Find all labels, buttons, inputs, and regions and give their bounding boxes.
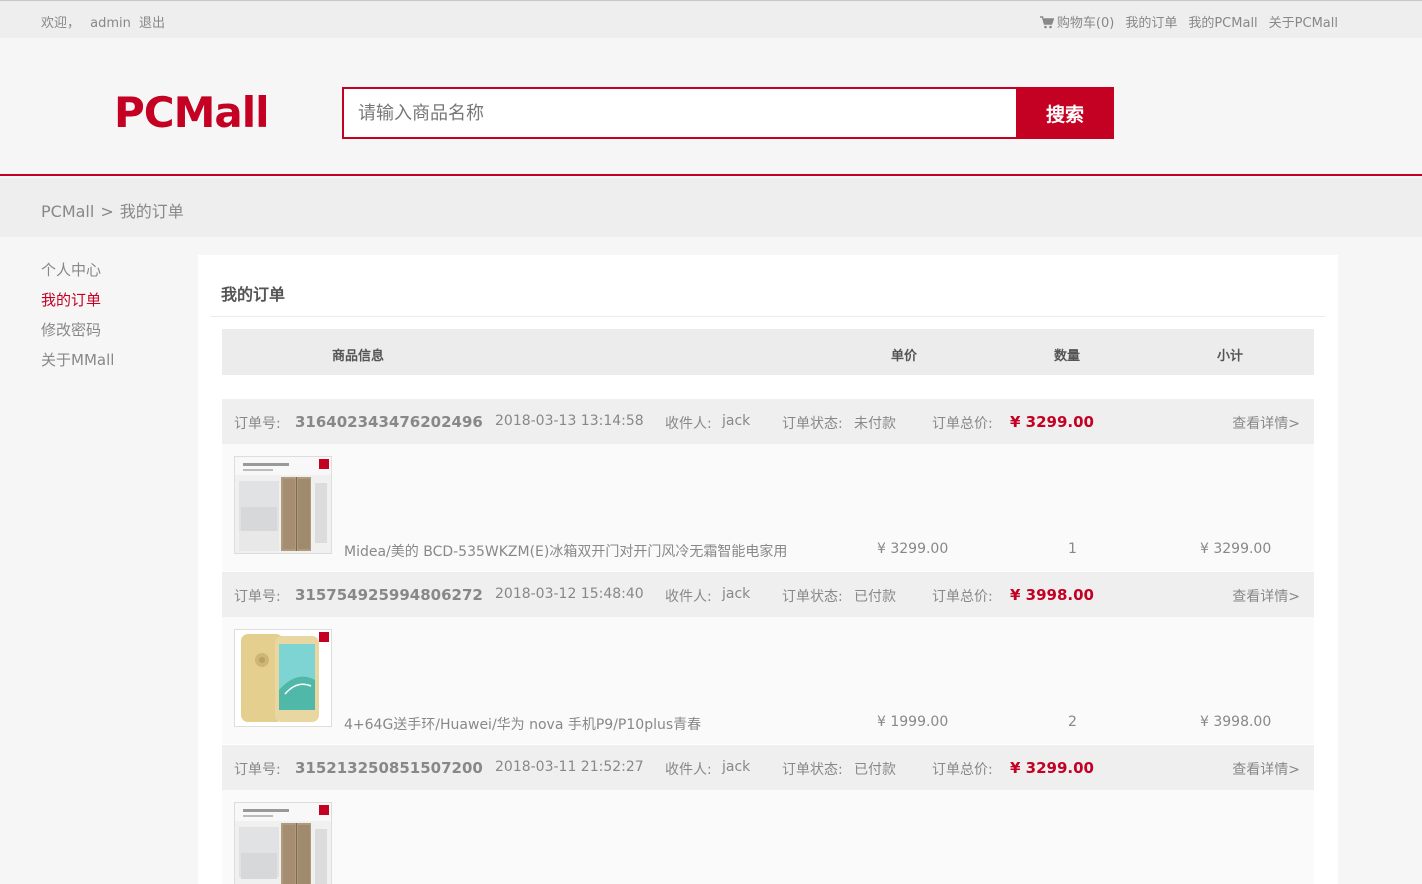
order-time: 2018-03-12 15:48:40 bbox=[495, 586, 644, 602]
page-title: 我的订单 bbox=[221, 285, 286, 304]
cart-icon bbox=[1039, 16, 1054, 29]
column-unit-price: 单价 bbox=[891, 349, 918, 364]
order-no-label: 订单号: bbox=[234, 762, 281, 778]
my-orders-link[interactable]: 我的订单 bbox=[1125, 12, 1177, 31]
sidebar-item-change-password[interactable]: 修改密码 bbox=[41, 319, 114, 349]
order-item-row bbox=[222, 790, 1314, 884]
divider bbox=[210, 316, 1325, 317]
status-label: 订单状态: bbox=[782, 762, 843, 778]
total-label: 订单总价: bbox=[932, 416, 993, 432]
total-label: 订单总价: bbox=[932, 762, 993, 778]
phone-image bbox=[235, 630, 331, 726]
view-detail-link[interactable]: 查看详情> bbox=[1232, 413, 1300, 433]
product-image-fridge[interactable] bbox=[234, 802, 332, 884]
status-label: 订单状态: bbox=[782, 416, 843, 432]
top-bar: 欢迎， admin 退出 购物车(0) 我的订单 我的PCMall 关于PCMa… bbox=[0, 0, 1422, 38]
fridge-image bbox=[235, 803, 331, 884]
view-detail-link[interactable]: 查看详情> bbox=[1232, 759, 1300, 779]
receiver-name: jack bbox=[722, 759, 751, 775]
total-label: 订单总价: bbox=[932, 589, 993, 605]
logout-link[interactable]: 退出 bbox=[139, 16, 165, 31]
order-status: 已付款 bbox=[854, 589, 896, 605]
column-quantity: 数量 bbox=[1054, 349, 1081, 364]
order-total: ¥ 3299.00 bbox=[1010, 413, 1094, 431]
view-detail-link[interactable]: 查看详情> bbox=[1232, 586, 1300, 606]
order-total: ¥ 3998.00 bbox=[1010, 586, 1094, 604]
sidebar-item-profile[interactable]: 个人中心 bbox=[41, 259, 114, 289]
product-name[interactable]: 4+64G送手环/Huawei/华为 nova 手机P9/P10plus青春 bbox=[344, 714, 701, 734]
side-nav: 个人中心 我的订单 修改密码 关于MMall bbox=[41, 259, 114, 379]
logo[interactable]: PCMall bbox=[114, 88, 270, 137]
unit-price: ¥ 1999.00 bbox=[877, 714, 949, 730]
order-item-row: Midea/美的 BCD-535WKZM(E)冰箱双开门对开门风冷无霜智能电家用… bbox=[222, 444, 1314, 571]
subtotal: ¥ 3998.00 bbox=[1200, 714, 1272, 730]
sidebar-item-about[interactable]: 关于MMall bbox=[41, 349, 114, 379]
breadcrumb: PCMall > 我的订单 bbox=[41, 198, 184, 222]
breadcrumb-bar: PCMall > 我的订单 bbox=[0, 178, 1422, 237]
unit-price: ¥ 3299.00 bbox=[877, 541, 949, 557]
breadcrumb-separator: > bbox=[100, 202, 114, 221]
order-time: 2018-03-11 21:52:27 bbox=[495, 759, 644, 775]
welcome-text: 欢迎， bbox=[41, 16, 81, 31]
order-header: 订单号: 316402343476202496 2018-03-13 13:14… bbox=[222, 399, 1314, 444]
order-number: 316402343476202496 bbox=[295, 413, 483, 431]
column-subtotal: 小计 bbox=[1217, 349, 1244, 364]
order-header: 订单号: 315754925994806272 2018-03-12 15:48… bbox=[222, 572, 1314, 617]
welcome-area: 欢迎， admin 退出 bbox=[41, 12, 165, 31]
breadcrumb-current: 我的订单 bbox=[119, 202, 184, 221]
order-header: 订单号: 315213250851507200 2018-03-11 21:52… bbox=[222, 745, 1314, 790]
order-number: 315754925994806272 bbox=[295, 586, 483, 604]
receiver-name: jack bbox=[722, 586, 751, 602]
search-button[interactable]: 搜索 bbox=[1016, 87, 1114, 139]
my-pcmall-link[interactable]: 我的PCMall bbox=[1188, 12, 1257, 31]
order-status: 未付款 bbox=[854, 416, 896, 432]
username-link[interactable]: admin bbox=[90, 16, 131, 31]
cart-link[interactable]: 购物车(0) bbox=[1039, 12, 1115, 31]
header: PCMall 搜索 bbox=[0, 38, 1422, 176]
product-image-fridge[interactable] bbox=[234, 456, 332, 554]
order-item-row: 4+64G送手环/Huawei/华为 nova 手机P9/P10plus青春 ¥… bbox=[222, 617, 1314, 744]
quantity: 2 bbox=[1068, 714, 1077, 730]
product-name[interactable]: Midea/美的 BCD-535WKZM(E)冰箱双开门对开门风冷无霜智能电家用 bbox=[344, 541, 787, 561]
quantity: 1 bbox=[1068, 541, 1077, 557]
fridge-image bbox=[235, 457, 331, 553]
column-product: 商品信息 bbox=[332, 349, 385, 364]
order-number: 315213250851507200 bbox=[295, 759, 483, 777]
top-links: 购物车(0) 我的订单 我的PCMall 关于PCMall bbox=[1039, 12, 1338, 31]
order-total: ¥ 3299.00 bbox=[1010, 759, 1094, 777]
cart-label: 购物车(0) bbox=[1056, 16, 1115, 31]
receiver-label: 收件人: bbox=[665, 589, 712, 605]
search-input[interactable] bbox=[342, 87, 1018, 139]
order-no-label: 订单号: bbox=[234, 589, 281, 605]
order-no-label: 订单号: bbox=[234, 416, 281, 432]
receiver-label: 收件人: bbox=[665, 416, 712, 432]
orders-panel: 我的订单 商品信息 单价 数量 小计 订单号: 3164023434762024… bbox=[198, 255, 1338, 884]
table-header: 商品信息 单价 数量 小计 bbox=[222, 329, 1314, 375]
sidebar-item-my-orders[interactable]: 我的订单 bbox=[41, 289, 114, 319]
order-time: 2018-03-13 13:14:58 bbox=[495, 413, 644, 429]
about-link[interactable]: 关于PCMall bbox=[1269, 12, 1338, 31]
product-image-phone[interactable] bbox=[234, 629, 332, 727]
order-status: 已付款 bbox=[854, 762, 896, 778]
status-label: 订单状态: bbox=[782, 589, 843, 605]
receiver-label: 收件人: bbox=[665, 762, 712, 778]
breadcrumb-home[interactable]: PCMall bbox=[41, 202, 94, 221]
subtotal: ¥ 3299.00 bbox=[1200, 541, 1272, 557]
receiver-name: jack bbox=[722, 413, 751, 429]
